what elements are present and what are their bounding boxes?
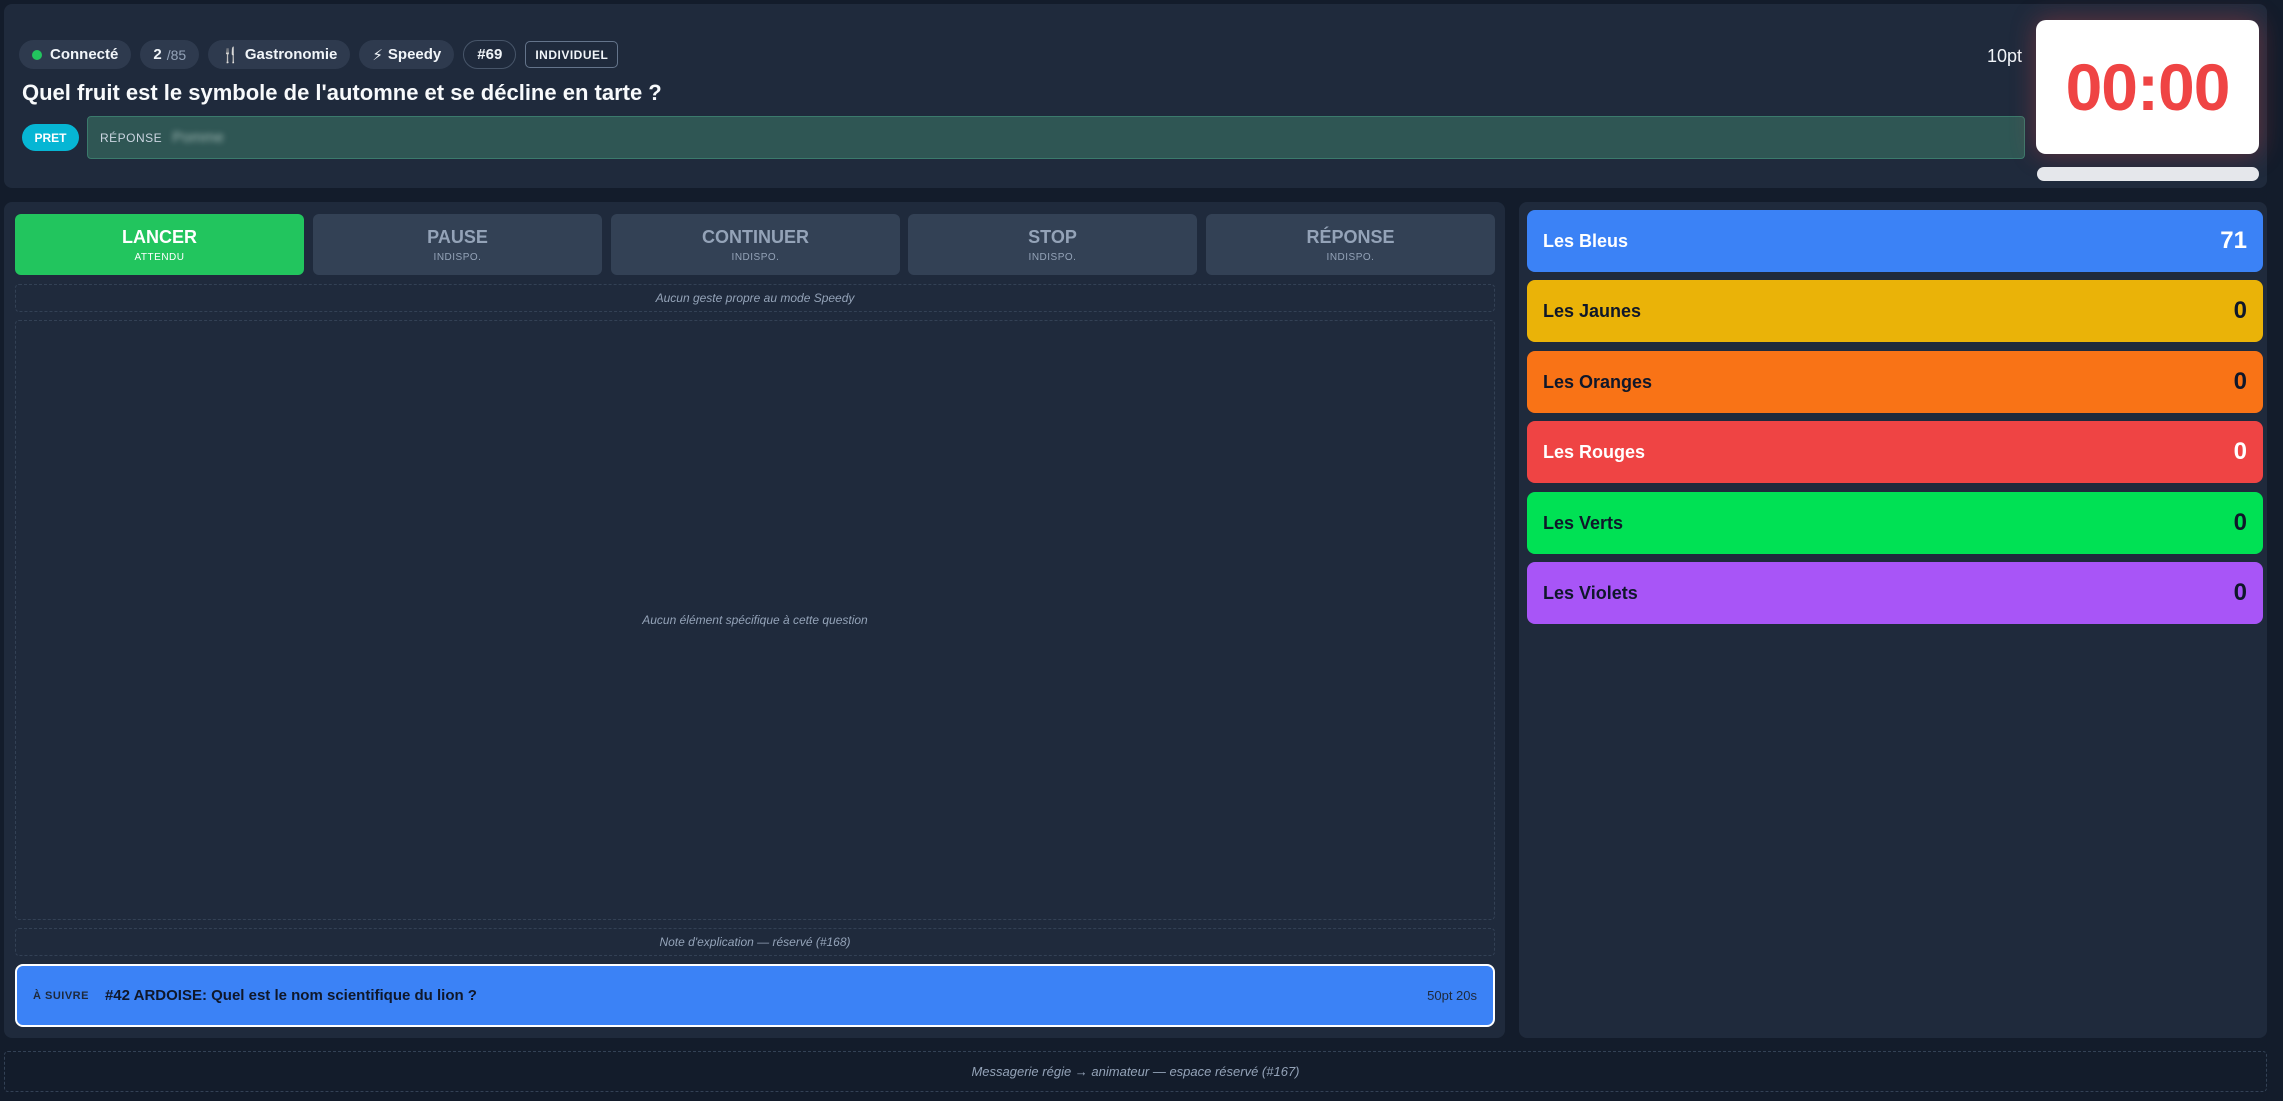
mode-badge: ⚡ Speedy bbox=[359, 40, 455, 69]
answer-label: RÉPONSE bbox=[100, 130, 163, 145]
team-score: 0 bbox=[2233, 438, 2247, 465]
category-badge: 🍴 Gastronomie bbox=[208, 40, 351, 69]
connection-status-label: Connecté bbox=[50, 46, 119, 63]
team-score: 0 bbox=[2233, 368, 2247, 395]
team-row[interactable]: Les Bleus 71 bbox=[1527, 210, 2263, 272]
answer-box: RÉPONSE Pomme bbox=[87, 116, 2025, 159]
stop-button-status: INDISPO. bbox=[1028, 251, 1077, 263]
reveal-answer-button[interactable]: RÉPONSE INDISPO. bbox=[1206, 214, 1495, 275]
next-label: À SUIVRE bbox=[33, 989, 89, 1002]
team-name: Les Jaunes bbox=[1543, 300, 1642, 321]
format-tag: INDIVIDUEL bbox=[525, 41, 619, 68]
pause-button-status: INDISPO. bbox=[433, 251, 482, 263]
team-score: 0 bbox=[2233, 579, 2247, 606]
team-row[interactable]: Les Verts 0 bbox=[1527, 492, 2263, 554]
team-row[interactable]: Les Oranges 0 bbox=[1527, 351, 2263, 413]
team-name: Les Violets bbox=[1543, 582, 1638, 603]
team-name: Les Verts bbox=[1543, 512, 1624, 533]
team-score: 0 bbox=[2233, 509, 2247, 536]
team-row[interactable]: Les Violets 0 bbox=[1527, 562, 2263, 624]
answer-value: Pomme bbox=[172, 129, 224, 146]
category-label: Gastronomie bbox=[244, 46, 338, 63]
next-question-text: #42 ARDOISE: Quel est le nom scientifiqu… bbox=[104, 987, 477, 1004]
question-text: Quel fruit est le symbole de l'automne e… bbox=[22, 80, 662, 105]
launch-button-label: LANCER bbox=[122, 226, 197, 247]
launch-button-status: ATTENDU bbox=[134, 251, 185, 263]
stop-button-label: STOP bbox=[1028, 226, 1077, 247]
status-chips: Connecté 2 /85 🍴 Gastronomie ⚡ Speedy #6… bbox=[19, 40, 619, 69]
connection-status-badge: Connecté bbox=[19, 40, 132, 69]
question-header: Connecté 2 /85 🍴 Gastronomie ⚡ Speedy #6… bbox=[4, 4, 2267, 188]
question-specific-area: Aucun élément spécifique à cette questio… bbox=[15, 320, 1495, 920]
team-name: Les Oranges bbox=[1543, 371, 1653, 392]
team-score: 71 bbox=[2220, 227, 2247, 254]
reveal-answer-button-label: RÉPONSE bbox=[1306, 226, 1395, 247]
question-id-badge: #69 bbox=[463, 40, 517, 69]
next-question-card[interactable]: À SUIVRE #42 ARDOISE: Quel est le nom sc… bbox=[15, 964, 1495, 1027]
launch-button[interactable]: LANCER ATTENDU bbox=[15, 214, 304, 275]
explanation-note: Note d'explication — réservé (#168) bbox=[15, 928, 1495, 956]
question-points: 10pt bbox=[1987, 46, 2023, 66]
team-row[interactable]: Les Jaunes 0 bbox=[1527, 280, 2263, 342]
next-question-meta: 50pt 20s bbox=[1427, 988, 1477, 1003]
question-counter: 2 /85 bbox=[140, 40, 200, 69]
messaging-placeholder: Messagerie régie → animateur — espace ré… bbox=[4, 1051, 2267, 1092]
team-name: Les Rouges bbox=[1543, 441, 1646, 462]
team-name: Les Bleus bbox=[1543, 230, 1629, 251]
continue-button[interactable]: CONTINUER INDISPO. bbox=[611, 214, 900, 275]
ready-badge: PRET bbox=[22, 124, 79, 151]
team-row[interactable]: Les Rouges 0 bbox=[1527, 421, 2263, 483]
question-total: /85 bbox=[166, 46, 187, 63]
mode-label: Speedy bbox=[387, 46, 442, 63]
team-score: 0 bbox=[2233, 297, 2247, 324]
stop-button[interactable]: STOP INDISPO. bbox=[908, 214, 1197, 275]
status-dot-icon bbox=[32, 49, 42, 60]
pause-button-label: PAUSE bbox=[427, 226, 488, 247]
mode-gesture-note: Aucun geste propre au mode Speedy bbox=[15, 284, 1495, 312]
timer-progress-bar bbox=[2037, 167, 2259, 181]
category-icon: 🍴 bbox=[221, 46, 240, 64]
pause-button[interactable]: PAUSE INDISPO. bbox=[313, 214, 602, 275]
continue-button-status: INDISPO. bbox=[731, 251, 780, 263]
timer-value: 00:00 bbox=[2065, 50, 2231, 124]
lightning-icon: ⚡ bbox=[372, 46, 383, 64]
continue-button-label: CONTINUER bbox=[702, 226, 809, 247]
question-index: 2 bbox=[153, 46, 162, 63]
reveal-answer-button-status: INDISPO. bbox=[1326, 251, 1375, 263]
countdown-timer: 00:00 bbox=[2036, 20, 2259, 154]
control-panel: LANCER ATTENDU PAUSE INDISPO. CONTINUER … bbox=[4, 202, 1505, 1038]
